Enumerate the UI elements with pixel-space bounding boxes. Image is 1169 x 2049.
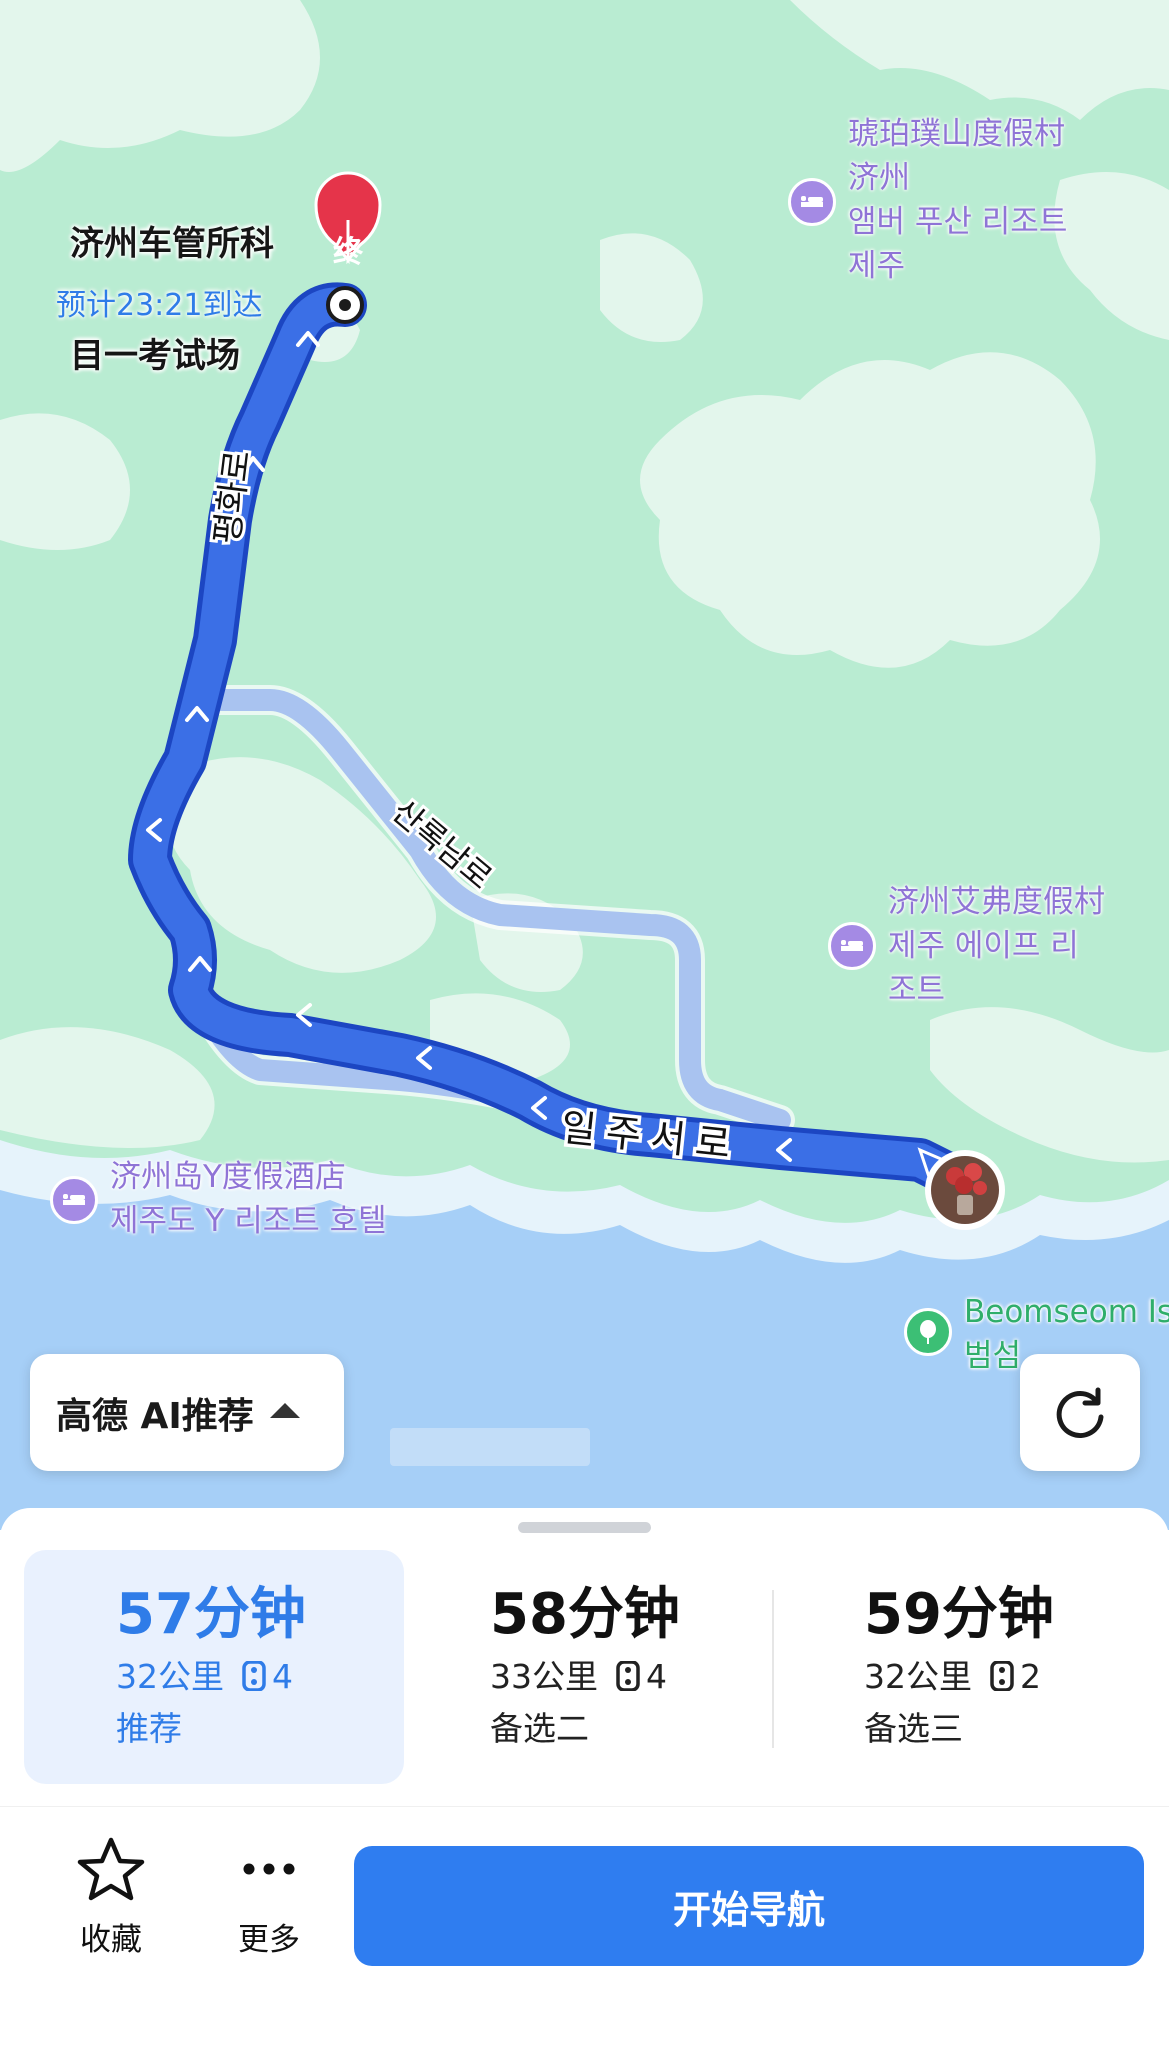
ai-recommend-dropdown[interactable]: 高德 AI推荐 [30,1354,344,1471]
refresh-icon [1056,1387,1104,1438]
poi-amber-resort-label[interactable]: 琥珀璞山度假村 济州 앰버 푸산 리조트 제주 [848,112,1067,288]
poi-y-resort-label[interactable]: 济州岛Y度假酒店 제주도 Y 리조트 호텔 [110,1155,387,1243]
refresh-button[interactable] [1020,1354,1140,1471]
sheet-grabber[interactable] [518,1522,651,1533]
more-dots-icon [243,1863,295,1875]
star-icon [77,1837,145,1901]
start-navigation-button[interactable]: 开始导航 [354,1846,1144,1966]
traffic-light-icon [990,1661,1014,1691]
destination-name-line2: 目一考试场 [70,336,240,376]
poi-aif-resort-label[interactable]: 济州艾弗度假村 제주 에이프 리 조트 [888,880,1105,1012]
route-time: 58分钟 [490,1582,680,1647]
more-label: 更多 [238,1922,300,1958]
destination-marker-label: 终 [333,235,364,270]
route-divider [772,1590,774,1748]
map-watermark [390,1428,590,1466]
favorite-label: 收藏 [80,1922,142,1958]
hotel-icon[interactable] [788,178,836,226]
route-tag: 备选三 [864,1709,963,1748]
traffic-light-icon [616,1661,640,1691]
route-option-1[interactable]: 57分钟 32公里 4 推荐 [24,1550,404,1784]
route-distance-row: 32公里 2 [864,1652,1156,1702]
route-option-3[interactable]: 59分钟 32公里 2 备选三 [776,1550,1156,1784]
route-time: 59分钟 [864,1582,1054,1647]
route-distance-row: 32公里 4 [116,1652,404,1702]
route-traffic-lights: 4 [272,1657,293,1696]
route-tag: 推荐 [116,1709,182,1748]
more-button[interactable]: 更多 [204,1836,334,1959]
route-traffic-lights: 4 [646,1657,667,1696]
route-distance: 32公里 [116,1657,224,1696]
route-traffic-lights: 2 [1020,1657,1041,1696]
caret-up-icon [269,1403,300,1418]
eta-label: 预计23:21到达 [56,288,263,323]
favorite-button[interactable]: 收藏 [46,1836,176,1959]
park-icon[interactable] [904,1308,952,1356]
route-time: 57分钟 [116,1582,306,1647]
destination-name-line1: 济州车管所科 [70,224,274,264]
ai-recommend-label: 高德 AI推荐 [56,1395,254,1437]
route-option-2[interactable]: 58分钟 33公里 4 备选二 [396,1550,766,1784]
route-distance: 32公里 [864,1657,972,1696]
traffic-light-icon [242,1661,266,1691]
route-distance: 33公里 [490,1657,598,1696]
hotel-icon[interactable] [828,922,876,970]
route-tag: 备选二 [490,1709,589,1748]
destination-name[interactable]: 济州车管所科 目一考试场 [70,160,274,384]
route-distance-row: 33公里 4 [490,1652,766,1702]
hotel-icon[interactable] [50,1176,98,1224]
